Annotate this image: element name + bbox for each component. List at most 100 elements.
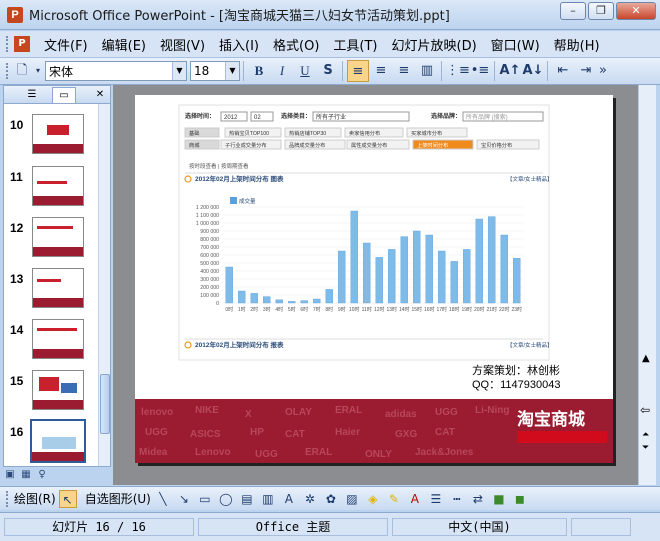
theme-name: Office 主题: [198, 518, 388, 536]
increase-font-icon[interactable]: A↑: [499, 60, 521, 82]
thumbnail-slide-11[interactable]: 11: [4, 166, 96, 210]
font-family-select[interactable]: 宋体 ▼: [45, 61, 187, 81]
tab-row1-1[interactable]: 热销宝贝TOP100: [224, 127, 282, 138]
align-left-icon[interactable]: ≡: [347, 60, 369, 82]
thumbnail-slide-13[interactable]: 13: [4, 268, 96, 312]
tab-row2-3[interactable]: 属性成交量分布: [346, 139, 410, 150]
tab-row2-1[interactable]: 子行业成交量分布: [220, 139, 282, 150]
thumbnails-scrollbar[interactable]: [98, 104, 110, 466]
close-button[interactable]: ✕: [616, 2, 656, 20]
rectangle-icon[interactable]: ▭: [196, 490, 214, 508]
fill-color-icon[interactable]: ◈: [364, 490, 382, 508]
menu-format[interactable]: 格式(O): [273, 35, 319, 54]
clipart-icon[interactable]: ✿: [322, 490, 340, 508]
restore-button[interactable]: ❐: [588, 2, 614, 20]
arrow-style-icon[interactable]: ⇄: [469, 490, 487, 508]
draw-menu[interactable]: 绘图(R): [14, 490, 56, 507]
numbering-icon[interactable]: ⋮≡: [446, 60, 470, 82]
bar-17时: [438, 250, 446, 304]
thumbnail-slide-15[interactable]: 15: [4, 370, 96, 414]
shadow-icon[interactable]: S: [317, 60, 339, 82]
svg-text:UGG: UGG: [145, 427, 168, 438]
x-tick-label: 19时: [461, 306, 472, 313]
previous-slide-icon[interactable]: ⇦: [640, 403, 650, 417]
chevron-down-icon[interactable]: ▼: [172, 62, 186, 80]
tab-row1-2[interactable]: 热销店铺TOP30: [284, 127, 342, 138]
wordart-icon[interactable]: A: [280, 490, 298, 508]
scroll-up-icon[interactable]: ▲: [642, 353, 650, 364]
picture-icon[interactable]: ▨: [343, 490, 361, 508]
menu-slideshow[interactable]: 幻灯片放映(D): [392, 35, 477, 54]
outline-tab-icon[interactable]: ☰: [20, 87, 44, 103]
menu-file[interactable]: 文件(F): [44, 35, 88, 54]
menu-view[interactable]: 视图(V): [160, 35, 205, 54]
toolbar-dropdown-icon[interactable]: ▾: [34, 60, 42, 82]
thumbnail-slide-12[interactable]: 12: [4, 217, 96, 261]
tab-row2-5[interactable]: 宝贝价格分布: [476, 139, 540, 150]
line-color-icon[interactable]: ✎: [385, 490, 403, 508]
dash-style-icon[interactable]: ┅: [448, 490, 466, 508]
tab-row1-0[interactable]: 基础: [184, 127, 220, 138]
increase-indent-icon[interactable]: ⇥: [575, 60, 597, 82]
align-center-icon[interactable]: ≡: [370, 60, 392, 82]
bullets-icon[interactable]: •≡: [469, 60, 491, 82]
textbox-icon[interactable]: ▤: [238, 490, 256, 508]
next-slide-icon[interactable]: ⏷: [642, 443, 649, 453]
toolbar-options-icon[interactable]: »: [598, 60, 608, 82]
tab-row1-3[interactable]: 卖家信用分布: [344, 127, 404, 138]
decrease-indent-icon[interactable]: ⇤: [552, 60, 574, 82]
normal-view-icon[interactable]: ▣: [3, 468, 17, 482]
menu-insert[interactable]: 插入(I): [219, 35, 259, 54]
shadow-style-icon[interactable]: ■: [490, 490, 508, 508]
bar-12时: [375, 257, 383, 304]
arrow-icon[interactable]: ↘: [175, 490, 193, 508]
new-file-icon[interactable]: 🗋: [11, 60, 33, 82]
prev-slide-icon[interactable]: ⏶: [642, 430, 649, 440]
3d-style-icon[interactable]: ◼: [511, 490, 529, 508]
menu-edit[interactable]: 编辑(E): [102, 35, 146, 54]
oval-icon[interactable]: ◯: [217, 490, 235, 508]
menu-tools[interactable]: 工具(T): [333, 35, 377, 54]
close-panel-icon[interactable]: ✕: [88, 87, 112, 103]
tab-row1-4[interactable]: 买家城市分布: [406, 127, 468, 138]
slide-sorter-icon[interactable]: ▦: [19, 468, 33, 482]
menu-help[interactable]: 帮助(H): [554, 35, 600, 54]
line-icon[interactable]: ╲: [154, 490, 172, 508]
vertical-textbox-icon[interactable]: ▥: [259, 490, 277, 508]
thumbnail-slide-16[interactable]: 16: [4, 419, 96, 465]
slide-scrollbar[interactable]: ▲ ⇦ ⏶ ⏷: [638, 85, 656, 485]
slideshow-view-icon[interactable]: ♀: [35, 468, 49, 482]
document-icon[interactable]: P: [14, 36, 30, 52]
font-color-icon[interactable]: A: [406, 490, 424, 508]
minimize-button[interactable]: –: [560, 2, 586, 20]
autoshapes-menu[interactable]: 自选图形(U): [85, 490, 151, 507]
bar-18时: [450, 261, 458, 304]
distribute-columns-icon[interactable]: ▥: [416, 60, 438, 82]
diagram-icon[interactable]: ✲: [301, 490, 319, 508]
menu-window[interactable]: 窗口(W): [491, 35, 540, 54]
x-tick-label: 16时: [424, 306, 435, 313]
tab-row2-2[interactable]: 品牌成交量分布: [284, 139, 346, 150]
select-pointer-icon[interactable]: ↖: [58, 489, 77, 508]
menu-grip[interactable]: [6, 36, 10, 52]
thumbnail-slide-10[interactable]: 10: [4, 114, 96, 158]
tab-row2-4[interactable]: 上架时间分布: [412, 139, 474, 150]
tab-row2-0[interactable]: 商城: [184, 139, 220, 150]
slides-tab-icon[interactable]: ▭: [52, 87, 76, 103]
current-slide[interactable]: 选择时间： 2012 02 选择类目： 所有子行业 选择品牌： 所有品牌 (搜索…: [135, 95, 613, 463]
align-right-icon[interactable]: ≡: [393, 60, 415, 82]
slide-editing-area[interactable]: 选择时间： 2012 02 选择类目： 所有子行业 选择品牌： 所有品牌 (搜索…: [113, 85, 638, 485]
toolbar-grip[interactable]: [6, 63, 10, 79]
menu-bar: P 文件(F) 编辑(E) 视图(V) 插入(I) 格式(O) 工具(T) 幻灯…: [0, 31, 660, 57]
underline-icon[interactable]: U: [294, 60, 316, 82]
draw-toolbar-grip[interactable]: [6, 490, 10, 507]
chevron-down-icon[interactable]: ▼: [225, 62, 239, 80]
scrollbar-thumb[interactable]: [100, 374, 110, 434]
italic-icon[interactable]: I: [271, 60, 293, 82]
thumbnail-slide-14[interactable]: 14: [4, 319, 96, 363]
line-style-icon[interactable]: ☰: [427, 490, 445, 508]
font-size-select[interactable]: 18 ▼: [190, 61, 240, 81]
bold-icon[interactable]: B: [248, 60, 270, 82]
decrease-font-icon[interactable]: A↓: [522, 60, 544, 82]
svg-text:卖家信用分布: 卖家信用分布: [349, 129, 380, 137]
